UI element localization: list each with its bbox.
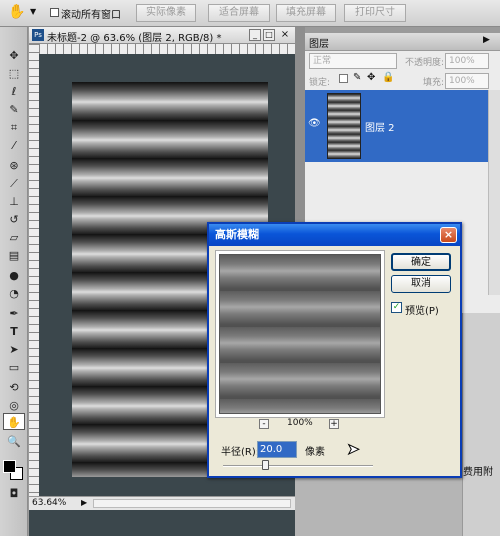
cancel-button[interactable]: 取消	[391, 275, 451, 293]
vertical-ruler	[29, 44, 39, 496]
actual-pixels-button[interactable]: 实际像素	[136, 4, 196, 22]
document-title: 未标题-2 @ 63.6% (图层 2, RGB/8) *	[47, 33, 222, 44]
status-bar: 63.64% ▶	[29, 496, 295, 510]
marquee-tool-icon[interactable]: ⬚	[3, 65, 25, 82]
radius-slider-track[interactable]	[223, 465, 373, 467]
hand-tool-icon[interactable]: ✋	[8, 4, 25, 20]
preview-zoom-value: 100%	[287, 418, 313, 428]
gaussian-blur-dialog: 高斯模糊 × 确定 取消 ✓ 预览(P) - 100% + 半径(R): 像素 …	[207, 222, 462, 478]
layer-name[interactable]: 图层 2	[365, 119, 395, 134]
toolbox: ✥ ⬚ ℓ ✎ ⌗ ⁄ ⊛ ⟋ ⊥ ↺ ▱ ▤ ● ◔ ✒ T ➤ ▭ ⟲ ◎ …	[0, 27, 28, 536]
layer-row[interactable]: 👁 图层 2	[305, 90, 500, 162]
lock-transparent-icon[interactable]	[339, 74, 348, 83]
lock-all-icon[interactable]: 🔒	[382, 72, 394, 83]
panel-collapse-icon[interactable]: ▶	[483, 35, 490, 45]
radius-slider-thumb[interactable]	[262, 460, 269, 470]
lock-move-icon[interactable]: ✥	[367, 72, 375, 83]
fill-label: 填充:	[423, 78, 445, 88]
horizontal-scrollbar[interactable]	[93, 499, 291, 508]
maximize-icon[interactable]: □	[263, 29, 275, 41]
status-menu-icon[interactable]: ▶	[81, 498, 87, 507]
dialog-title: 高斯模糊	[215, 228, 259, 241]
eyedropper-tool-icon[interactable]: ⁄	[3, 137, 25, 154]
dialog-close-button[interactable]: ×	[440, 227, 457, 243]
type-tool-icon[interactable]: T	[3, 323, 25, 340]
zoom-in-button[interactable]: +	[329, 419, 339, 429]
fill-screen-button[interactable]: 填充屏幕	[276, 4, 336, 22]
pen-tool-icon[interactable]: ✒	[3, 305, 25, 322]
radius-input[interactable]	[257, 441, 297, 458]
layer-thumbnail	[327, 93, 361, 159]
gradient-tool-icon[interactable]: ▤	[3, 247, 25, 264]
healing-brush-tool-icon[interactable]: ⊛	[3, 157, 25, 174]
blur-tool-icon[interactable]: ●	[3, 267, 25, 284]
blur-preview[interactable]	[219, 254, 381, 414]
fit-screen-button[interactable]: 适合屏幕	[208, 4, 270, 22]
visibility-eye-icon[interactable]: 👁	[308, 118, 321, 129]
options-bar: ✋ ▼ 滚动所有窗口 实际像素 适合屏幕 填充屏幕 打印尺寸	[0, 0, 500, 27]
history-brush-tool-icon[interactable]: ↺	[3, 211, 25, 228]
print-size-button[interactable]: 打印尺寸	[344, 4, 406, 22]
eraser-tool-icon[interactable]: ▱	[3, 229, 25, 246]
mouse-cursor-icon: ➤	[347, 440, 361, 459]
lock-brush-icon[interactable]: ✎	[353, 72, 361, 83]
layers-tab[interactable]: 图层	[309, 35, 329, 50]
zoom-out-button[interactable]: -	[259, 419, 269, 429]
preview-checkbox[interactable]: ✓	[391, 302, 402, 313]
clone-stamp-tool-icon[interactable]: ⊥	[3, 193, 25, 210]
layers-scrollbar[interactable]	[488, 90, 500, 295]
zoom-tool-icon[interactable]: 🔍	[3, 433, 25, 450]
hand-tool-active-icon[interactable]: ✋	[3, 413, 25, 430]
path-selection-tool-icon[interactable]: ➤	[3, 341, 25, 358]
scroll-all-label: 滚动所有窗口	[61, 10, 121, 21]
dodge-tool-icon[interactable]: ◔	[3, 285, 25, 302]
quick-mask-icon[interactable]: ◘	[3, 485, 25, 502]
opacity-field[interactable]: 100%	[445, 53, 489, 69]
tool-preset-dropdown-icon[interactable]: ▼	[30, 7, 36, 16]
opacity-label: 不透明度:	[405, 58, 445, 68]
fill-field[interactable]: 100%	[445, 73, 489, 89]
brush-tool-icon[interactable]: ⟋	[3, 175, 25, 192]
layers-panel-header: 图层 ▶	[305, 33, 500, 51]
3d-rotate-tool-icon[interactable]: ⟲	[3, 379, 25, 396]
document-title-bar: Ps 未标题-2 @ 63.6% (图层 2, RGB/8) * _ □ ×	[29, 27, 295, 44]
shape-tool-icon[interactable]: ▭	[3, 359, 25, 376]
foreground-color-swatch[interactable]	[3, 460, 16, 473]
preview-zoom-controls: - 100% +	[259, 418, 349, 432]
3d-orbit-tool-icon[interactable]: ◎	[3, 397, 25, 414]
preview-label: 预览(P)	[405, 306, 439, 317]
move-tool-icon[interactable]: ✥	[3, 47, 25, 64]
close-icon[interactable]: ×	[279, 29, 291, 41]
blend-mode-select[interactable]: 正常	[309, 53, 397, 69]
radius-unit: 像素	[305, 447, 325, 458]
lower-panel: 费用附	[462, 313, 500, 536]
dialog-title-bar: 高斯模糊	[209, 224, 460, 246]
crop-tool-icon[interactable]: ⌗	[3, 119, 25, 136]
lasso-tool-icon[interactable]: ℓ	[3, 83, 25, 100]
horizontal-ruler	[39, 44, 295, 54]
radius-label: 半径(R):	[221, 447, 260, 458]
ok-button[interactable]: 确定	[391, 253, 451, 271]
minimize-icon[interactable]: _	[249, 29, 261, 41]
scroll-all-checkbox[interactable]	[50, 8, 59, 17]
lock-label: 锁定:	[309, 78, 331, 88]
ps-document-icon: Ps	[32, 29, 44, 41]
quick-selection-tool-icon[interactable]: ✎	[3, 101, 25, 118]
lower-panel-text: 费用附	[463, 467, 493, 478]
zoom-level[interactable]: 63.64%	[32, 498, 66, 508]
